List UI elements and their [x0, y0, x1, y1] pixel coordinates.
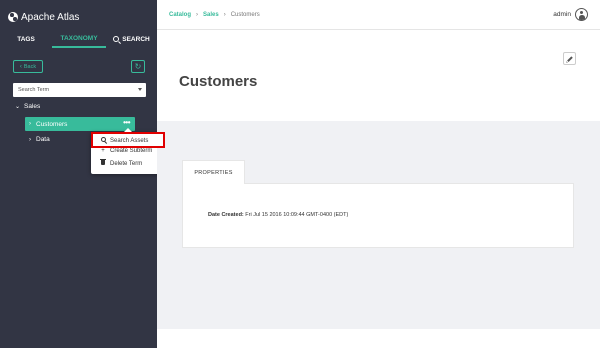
search-term-select[interactable]: Search Term	[13, 83, 146, 97]
tab-taxonomy-label: TAXONOMY	[60, 34, 98, 42]
chevron-right-icon: ›	[29, 121, 31, 127]
tree-item-customers[interactable]: › Customers •••	[25, 117, 135, 131]
tree-item-customers-label: Customers	[36, 120, 68, 128]
property-label: Date Created:	[208, 212, 244, 218]
search-term-placeholder: Search Term	[18, 87, 50, 93]
tab-properties[interactable]: PROPERTIES	[182, 160, 245, 184]
menu-item-search-assets[interactable]: Search Assets	[99, 137, 148, 144]
user-name: admin	[553, 11, 571, 18]
menu-item-delete-term-label: Delete Term	[110, 160, 143, 167]
search-icon	[113, 36, 120, 42]
tab-properties-label: PROPERTIES	[194, 169, 233, 176]
chevron-left-icon: ‹	[19, 63, 22, 70]
brand-name: Apache Atlas	[21, 11, 80, 23]
property-row: Date Created: Fri Jul 15 2016 10:09:44 G…	[208, 212, 348, 218]
refresh-icon: ↻	[134, 62, 142, 71]
page-title: Customers	[179, 73, 258, 90]
caret-down-icon	[138, 88, 142, 91]
more-options-icon[interactable]: •••	[123, 118, 130, 127]
menu-item-create-subterm[interactable]: + Create Subterm	[99, 148, 152, 154]
plus-icon: +	[101, 148, 105, 154]
menu-item-delete-term[interactable]: Delete Term	[99, 158, 143, 167]
tab-tags[interactable]: TAGS	[0, 30, 52, 48]
sidebar-tabs: TAGS TAXONOMY SEARCH	[0, 30, 157, 48]
pencil-icon	[566, 55, 573, 62]
back-button[interactable]: ‹ Back	[13, 60, 43, 73]
brand[interactable]: Apache Atlas	[8, 9, 79, 25]
breadcrumb: Catalog › Sales › Customers	[169, 12, 260, 18]
tree-item-data-label: Data	[36, 136, 50, 143]
tree-item-sales[interactable]: ⌄ Sales	[15, 103, 40, 110]
user-icon	[575, 8, 588, 21]
search-icon	[99, 137, 107, 144]
breadcrumb-catalog[interactable]: Catalog	[169, 12, 191, 18]
sidebar: Apache Atlas TAGS TAXONOMY SEARCH ‹ Back…	[0, 0, 157, 348]
user-menu[interactable]: admin	[553, 8, 588, 21]
chevron-right-icon: ›	[29, 136, 31, 143]
globe-icon	[8, 12, 18, 22]
tab-search[interactable]: SEARCH	[106, 30, 157, 48]
edit-button[interactable]	[563, 52, 576, 65]
trash-icon	[99, 158, 107, 167]
properties-panel: Date Created: Fri Jul 15 2016 10:09:44 G…	[182, 183, 574, 248]
tab-tags-label: TAGS	[17, 35, 35, 43]
menu-item-create-subterm-label: Create Subterm	[110, 148, 153, 154]
breadcrumb-sales[interactable]: Sales	[203, 12, 219, 18]
footer-band	[157, 329, 600, 348]
breadcrumb-customers: Customers	[230, 12, 260, 18]
tree-item-sales-label: Sales	[24, 103, 41, 110]
property-value: Fri Jul 15 2016 10:09:44 GMT-0400 (EDT)	[245, 212, 349, 218]
chevron-right-icon: ›	[223, 12, 226, 18]
tree-item-data[interactable]: › Data	[29, 136, 50, 143]
tab-taxonomy[interactable]: TAXONOMY	[52, 30, 106, 48]
back-label: Back	[23, 63, 37, 70]
tab-search-label: SEARCH	[122, 35, 150, 43]
refresh-button[interactable]: ↻	[131, 60, 145, 73]
menu-item-search-assets-label: Search Assets	[110, 137, 149, 144]
chevron-right-icon: ›	[196, 12, 199, 18]
top-bar: Catalog › Sales › Customers admin	[157, 0, 600, 30]
chevron-down-icon: ⌄	[15, 104, 21, 110]
title-area: Customers	[157, 31, 600, 121]
